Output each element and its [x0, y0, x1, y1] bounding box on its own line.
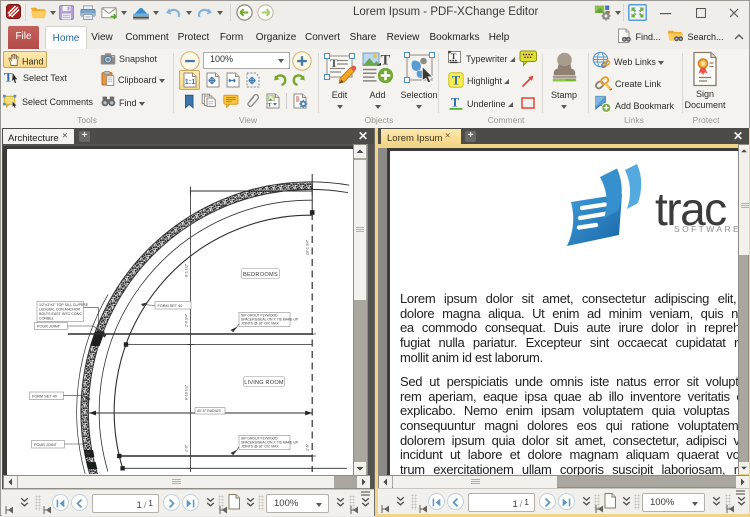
- svg-text:SOFTWARE P: SOFTWARE P: [674, 224, 738, 234]
- svg-text:LEDGER, CON ANCHOR: LEDGER, CON ANCHOR: [39, 308, 81, 312]
- svg-text:JOINTS @ 16" O/C MAX: JOINTS @ 16" O/C MAX: [241, 445, 279, 449]
- svg-text:POUR JOINT: POUR JOINT: [37, 325, 61, 329]
- svg-text:T: T: [381, 53, 391, 69]
- svg-text:2'-6 3/4": 2'-6 3/4": [185, 313, 189, 327]
- svg-text:CORBEL: CORBEL: [39, 317, 54, 321]
- svg-text:2'-6": 2'-6": [306, 443, 310, 451]
- svg-text:T: T: [451, 96, 460, 110]
- svg-text:FORM SET 40: FORM SET 40: [158, 304, 183, 308]
- svg-text:8'-10 1/2": 8'-10 1/2": [185, 384, 189, 400]
- svg-text:BOLTS EAST INTO CONC: BOLTS EAST INTO CONC: [39, 312, 82, 316]
- svg-text:T: T: [452, 74, 461, 88]
- svg-text:40'-0" RADIUS: 40'-0" RADIUS: [197, 409, 221, 413]
- svg-text:1:1: 1:1: [185, 77, 196, 86]
- svg-text:1/2"x3"x3" TOP SILL CL/PRSE: 1/2"x3"x3" TOP SILL CL/PRSE: [39, 303, 89, 307]
- svg-text:8'-1 1/2": 8'-1 1/2": [185, 263, 189, 277]
- svg-text:T: T: [268, 102, 272, 108]
- svg-text:BEDROOMS: BEDROOMS: [243, 272, 278, 278]
- svg-text:T: T: [451, 51, 457, 61]
- svg-text:JOINTS @ 16" O/C MAX: JOINTS @ 16" O/C MAX: [241, 322, 279, 326]
- svg-text:2'-0": 2'-0": [185, 444, 189, 452]
- svg-text:POUR JOINT: POUR JOINT: [34, 443, 58, 447]
- svg-text:20'-1 3/4": 20'-1 3/4": [306, 239, 310, 255]
- svg-text:FORM SET 40: FORM SET 40: [32, 394, 57, 398]
- svg-text:LIVING ROOM: LIVING ROOM: [244, 380, 284, 386]
